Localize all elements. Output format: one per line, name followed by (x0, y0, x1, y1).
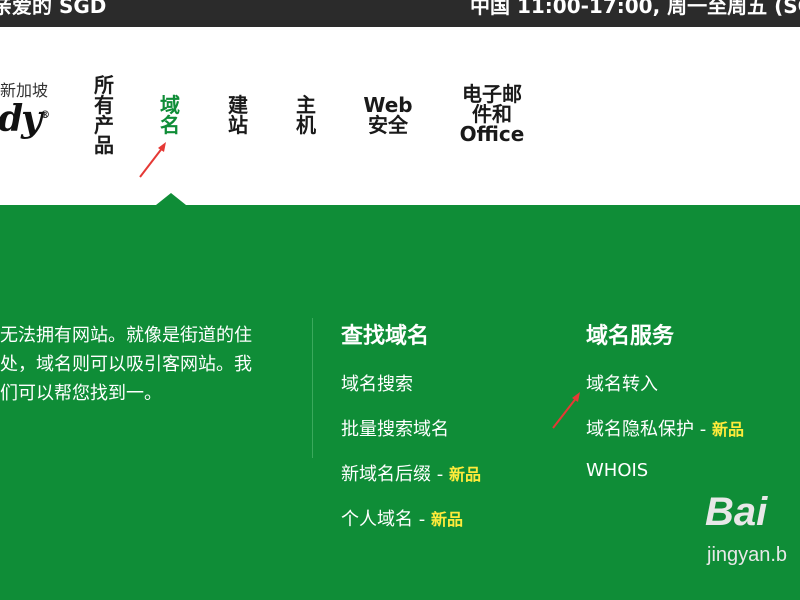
watermark-logo: Bai (705, 490, 768, 534)
nav-domains[interactable]: 域 名 (158, 95, 182, 135)
nav-all-products[interactable]: 所 有 产 品 (92, 75, 116, 155)
currency-selector[interactable]: 亲爱的 SGD (0, 0, 106, 19)
nav-hosting[interactable]: 主 机 (294, 95, 318, 135)
nav-website-builder[interactable]: 建 站 (226, 95, 250, 135)
main-nav: 新加坡 dy® 所 有 产 品 域 名 建 站 主 机 Web 安全 电子邮 件… (0, 27, 800, 205)
nav-email-office[interactable]: 电子邮 件和 Office (452, 84, 532, 144)
domain-mega-menu: 无法拥有网站。就像是街道的住处，域名则可以吸引客网站。我们可以帮您找到一。 查找… (0, 205, 800, 600)
top-bar: 亲爱的 SGD 中国 11:00-17:00, 周一至周五 (SG (0, 0, 800, 27)
column-divider (312, 318, 313, 458)
domain-services-heading: 域名服务 (586, 324, 675, 349)
active-tab-caret (156, 193, 186, 205)
new-badge: 新品 (448, 465, 481, 484)
link-bulk-domain-search[interactable]: 批量搜索域名 (341, 415, 449, 441)
new-badge: 新品 (430, 510, 463, 529)
link-new-tlds[interactable]: 新域名后缀 - 新品 (341, 460, 481, 486)
link-domain-transfer[interactable]: 域名转入 (586, 370, 658, 396)
nav-web-security[interactable]: Web 安全 (358, 95, 418, 135)
link-personal-domain[interactable]: 个人域名 - 新品 (341, 505, 463, 531)
new-badge: 新品 (711, 420, 744, 439)
logo[interactable]: dy® (0, 98, 50, 140)
domain-description: 无法拥有网站。就像是街道的住处，域名则可以吸引客网站。我们可以帮您找到一。 (0, 325, 252, 404)
support-hours: 中国 11:00-17:00, 周一至周五 (SG (470, 0, 800, 18)
watermark-url: jingyan.b (707, 544, 788, 566)
find-domain-heading: 查找域名 (341, 324, 430, 349)
link-whois[interactable]: WHOIS (586, 460, 648, 481)
link-domain-search[interactable]: 域名搜索 (341, 370, 413, 396)
link-domain-privacy[interactable]: 域名隐私保护 - 新品 (586, 415, 744, 441)
baidu-watermark: Bai jingyan.b (705, 490, 787, 566)
